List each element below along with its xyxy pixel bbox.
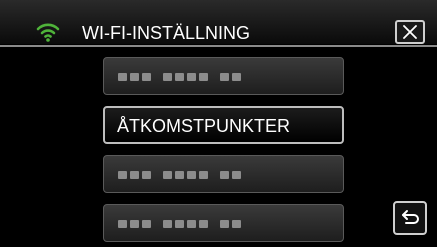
wifi-settings-screen: WI-FI-INSTÄLLNING ÅTKOMSTPUNKTER	[0, 0, 437, 247]
obscured-text-dots	[118, 73, 241, 81]
menu-item-obscured-2[interactable]	[103, 155, 344, 193]
page-title: WI-FI-INSTÄLLNING	[82, 23, 251, 43]
menu-item-label: ÅTKOMSTPUNKTER	[117, 116, 291, 136]
back-button[interactable]	[393, 201, 427, 235]
obscured-text-dots	[118, 171, 241, 179]
close-icon	[403, 25, 417, 39]
menu-item-obscured-1[interactable]	[103, 57, 344, 95]
return-arrow-icon	[402, 210, 419, 224]
obscured-text-dots	[118, 220, 241, 228]
header-divider	[0, 45, 437, 47]
header-bar: WI-FI-INSTÄLLNING	[0, 0, 437, 44]
wifi-icon	[36, 22, 60, 42]
menu-item-obscured-3[interactable]	[103, 204, 344, 242]
menu-item-access-points[interactable]: ÅTKOMSTPUNKTER	[103, 106, 344, 144]
close-button[interactable]	[395, 20, 425, 44]
